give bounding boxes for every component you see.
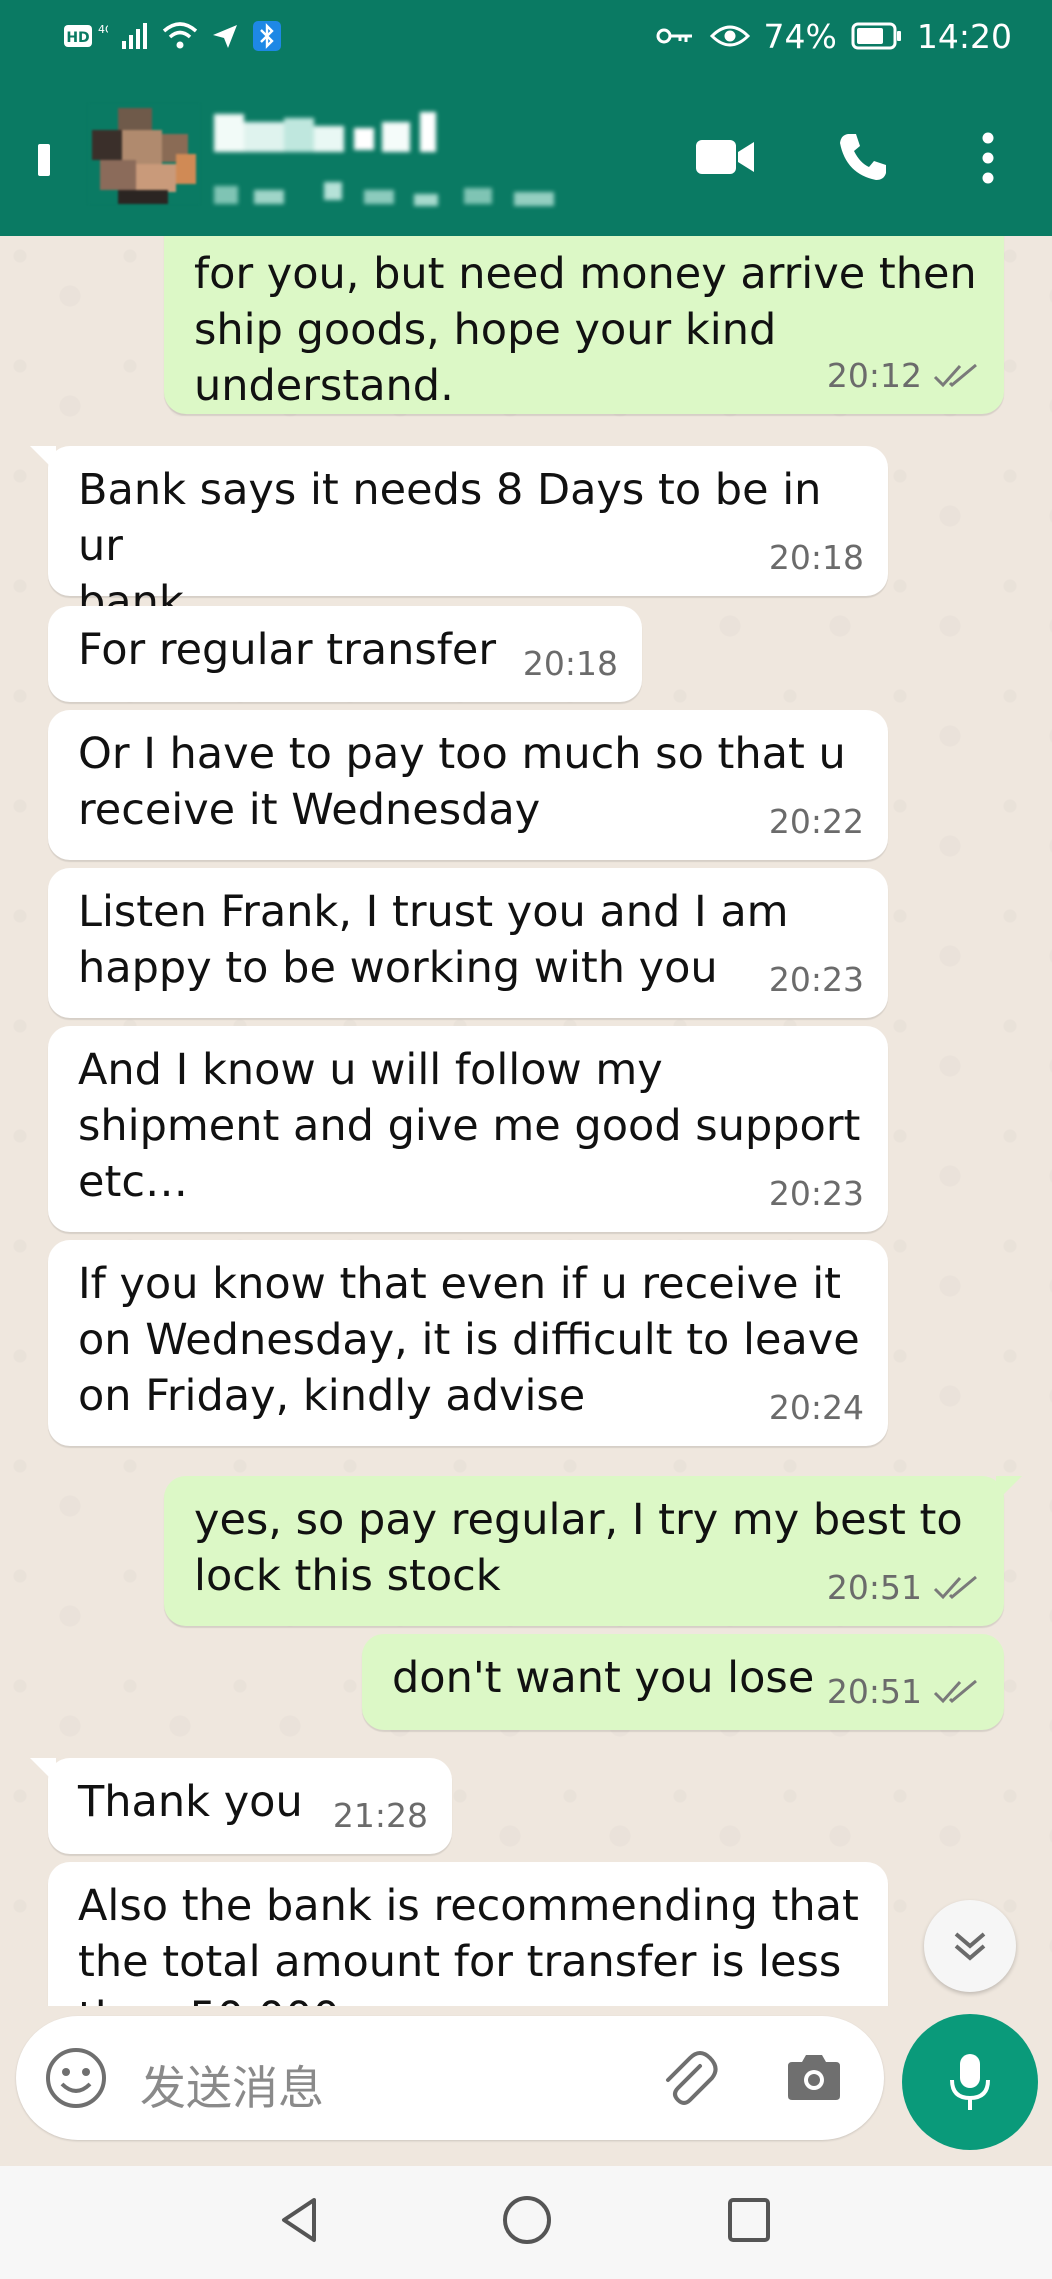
nav-home-icon[interactable] (500, 2192, 554, 2248)
message-text: Listen Frank, I trust you and I am happy… (78, 887, 789, 993)
status-bar: HD 4G 74% 14:20 (0, 0, 1052, 72)
scroll-to-bottom-button[interactable] (924, 1900, 1016, 1992)
message-meta: 20:23 (769, 1166, 864, 1222)
bubble-tail (30, 446, 56, 472)
message-meta: 20:22 (769, 794, 864, 850)
message-input[interactable]: 发送消息 (16, 2016, 884, 2140)
message-bubble[interactable]: for you, but need money arrive then ship… (164, 236, 1004, 414)
message-meta: 20:51 (827, 1560, 980, 1616)
message-bubble[interactable]: don't want you lose 20:51 (362, 1634, 1004, 1730)
bubble-tail (30, 1758, 56, 1784)
scroll-down-icon (954, 1932, 986, 1961)
mic-icon (950, 2054, 990, 2110)
message-meta: 20:24 (769, 1380, 864, 1436)
double-check-icon (933, 363, 977, 388)
message-bubble[interactable]: Thank you 21:28 (30, 1758, 452, 1854)
message-meta: 20:18 (523, 636, 618, 692)
message-meta: 20:18 (769, 530, 864, 586)
message-text: Also the bank is recommending that the t… (78, 1881, 859, 2006)
system-nav-bar (0, 2166, 1052, 2279)
key-icon (656, 28, 692, 44)
message-bubble[interactable]: Listen Frank, I trust you and I am happy… (48, 868, 888, 1018)
status-left: HD 4G (62, 18, 282, 54)
signal-icon (122, 23, 147, 49)
status-time: 14:20 (916, 16, 1012, 56)
message-text: And I know u will follow my shipment and… (78, 1045, 861, 1207)
avatar[interactable] (88, 104, 200, 204)
message-time: 20:24 (768, 1388, 864, 1427)
double-check-icon (933, 1575, 977, 1600)
message-bubble[interactable]: Also the bank is recommending that the t… (48, 1862, 888, 2006)
message-bubble[interactable]: Bank says it needs 8 Days to be in ur ba… (30, 446, 888, 627)
bluetooth-icon (253, 21, 281, 51)
message-bubble[interactable]: Or I have to pay too much so that u rece… (48, 710, 888, 860)
back-icon[interactable] (36, 140, 54, 180)
message-text: Or I have to pay too much so that u rece… (78, 729, 846, 835)
message-bubble[interactable]: yes, so pay regular, I try my best to lo… (164, 1476, 1022, 1626)
message-bubble[interactable]: For regular transfer 20:18 (48, 606, 642, 702)
double-check-icon (933, 1679, 977, 1704)
contact-name[interactable] (214, 108, 514, 158)
message-time: 21:28 (332, 1796, 428, 1835)
message-time: 20:18 (522, 644, 618, 683)
send-icon (213, 25, 237, 48)
message-placeholder: 发送消息 (140, 2061, 324, 2115)
message-time: 20:22 (768, 802, 864, 841)
message-meta: 20:51 (827, 1664, 980, 1720)
battery-percent: 74% (763, 16, 837, 56)
voice-record-button[interactable] (902, 2014, 1038, 2150)
message-bubble[interactable]: And I know u will follow my shipment and… (48, 1026, 888, 1232)
message-time: 20:12 (826, 356, 922, 395)
contact-subtitle (214, 176, 574, 210)
emoji-icon[interactable] (44, 2046, 108, 2110)
attach-icon[interactable] (656, 2046, 720, 2110)
battery-icon (851, 22, 901, 50)
message-time: 20:23 (768, 960, 864, 999)
message-meta: 20:12 (827, 348, 980, 404)
message-time: 20:18 (768, 538, 864, 577)
message-text: Bank says it needs 8 Days to be in ur ba… (78, 465, 822, 627)
nav-back-icon[interactable] (276, 2192, 324, 2248)
svg-text:4G: 4G (98, 23, 108, 36)
status-right: 74% 14:20 (656, 16, 1012, 56)
bubble-tail (996, 1476, 1022, 1502)
more-icon[interactable] (978, 130, 998, 186)
nav-recents-icon[interactable] (724, 2192, 774, 2248)
message-time: 20:23 (768, 1174, 864, 1213)
hd-icon: HD 4G (64, 23, 108, 47)
message-text: If you know that even if u receive it on… (78, 1259, 860, 1421)
message-time: 20:51 (826, 1568, 922, 1607)
message-time: 20:51 (826, 1672, 922, 1711)
svg-text:HD: HD (66, 30, 89, 46)
message-bubble[interactable]: If you know that even if u receive it on… (48, 1240, 888, 1446)
eye-icon (709, 25, 750, 47)
camera-icon[interactable] (782, 2046, 846, 2110)
wifi-icon (162, 22, 198, 49)
message-list[interactable]: for you, but need money arrive then ship… (0, 236, 1052, 2006)
phone-icon[interactable] (836, 130, 890, 184)
video-call-icon[interactable] (694, 136, 756, 178)
message-meta: 21:28 (333, 1788, 428, 1844)
chat-header (0, 72, 1052, 236)
message-meta: 20:23 (769, 952, 864, 1008)
composer: 发送消息 (0, 2006, 1052, 2166)
